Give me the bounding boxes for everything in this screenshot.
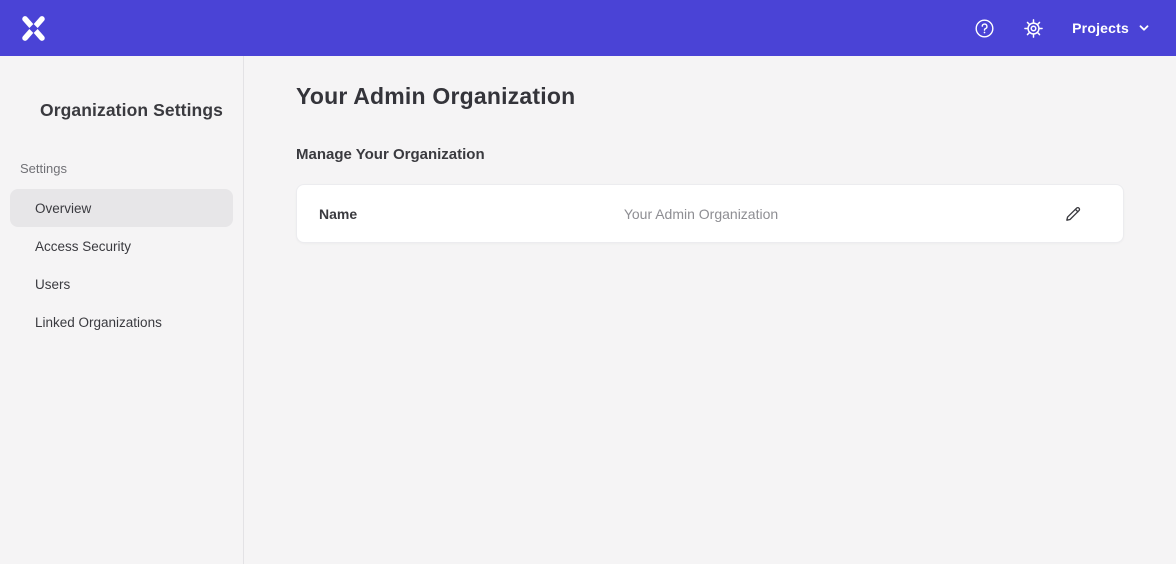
sidebar-nav: Overview Access Security Users Linked Or…: [0, 189, 243, 341]
edit-name-button[interactable]: [1063, 204, 1083, 224]
pencil-icon: [1063, 204, 1083, 224]
top-navbar: Projects: [0, 0, 1176, 56]
name-field-card: Name Your Admin Organization: [296, 184, 1124, 243]
sidebar-item-users[interactable]: Users: [10, 265, 233, 303]
sidebar-item-label: Overview: [35, 201, 91, 216]
name-field-value: Your Admin Organization: [624, 206, 778, 222]
projects-dropdown[interactable]: Projects: [1072, 20, 1150, 36]
sidebar-item-access-security[interactable]: Access Security: [10, 227, 233, 265]
projects-label: Projects: [1072, 20, 1129, 36]
sidebar-item-label: Access Security: [35, 239, 131, 254]
section-title: Manage Your Organization: [296, 146, 1124, 163]
settings-button[interactable]: [1023, 18, 1044, 39]
name-field-label: Name: [319, 206, 624, 222]
page-body: Organization Settings Settings Overview …: [0, 56, 1176, 564]
sidebar-item-linked-organizations[interactable]: Linked Organizations: [10, 303, 233, 341]
brand-x-logo-icon: [20, 15, 47, 42]
sidebar: Organization Settings Settings Overview …: [0, 56, 244, 564]
sidebar-item-overview[interactable]: Overview: [10, 189, 233, 227]
sidebar-item-label: Users: [35, 277, 70, 292]
gear-icon: [1023, 18, 1044, 39]
help-button[interactable]: [974, 18, 995, 39]
main-content: Your Admin Organization Manage Your Orga…: [244, 56, 1176, 564]
brand-logo-button[interactable]: [20, 15, 47, 42]
help-circle-icon: [974, 18, 995, 39]
navbar-actions: Projects: [974, 18, 1150, 39]
sidebar-item-label: Linked Organizations: [35, 315, 162, 330]
chevron-down-icon: [1138, 22, 1150, 34]
page-title: Your Admin Organization: [296, 83, 1124, 110]
sidebar-title: Organization Settings: [0, 100, 243, 121]
sidebar-section-label: Settings: [20, 161, 243, 176]
